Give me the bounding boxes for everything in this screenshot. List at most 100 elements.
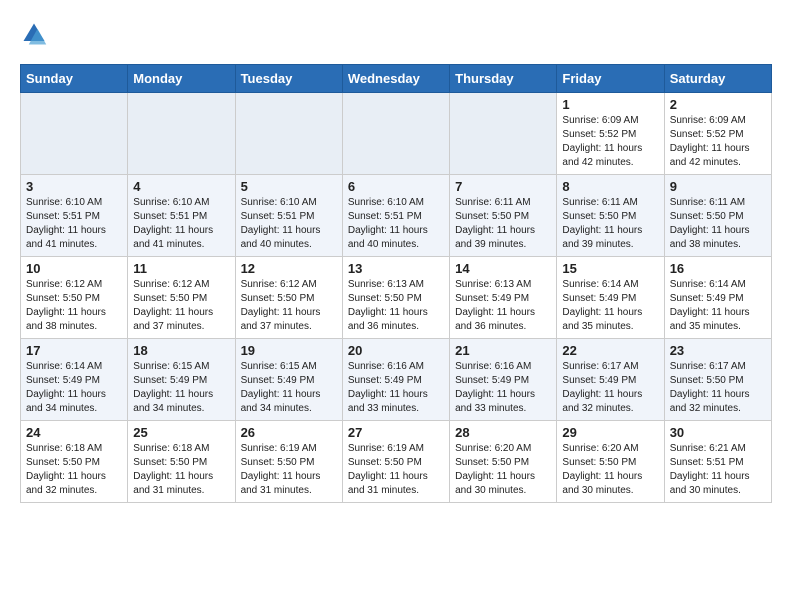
- day-info: Sunrise: 6:17 AM Sunset: 5:50 PM Dayligh…: [670, 360, 766, 416]
- day-info: Sunrise: 6:14 AM Sunset: 5:49 PM Dayligh…: [670, 278, 766, 334]
- day-info: Sunrise: 6:19 AM Sunset: 5:50 PM Dayligh…: [241, 442, 337, 498]
- calendar-cell: 21 Sunrise: 6:16 AM Sunset: 5:49 PM Dayli…: [450, 339, 557, 421]
- calendar-cell: 18Sunrise: 6:15 AM Sunset: 5:49 PM Dayli…: [128, 339, 235, 421]
- calendar-cell: 19Sunrise: 6:15 AM Sunset: 5:49 PM Dayli…: [235, 339, 342, 421]
- calendar-cell: 15 Sunrise: 6:14 AM Sunset: 5:49 PM Dayli…: [557, 257, 664, 339]
- day-number: 27: [348, 425, 444, 440]
- day-number: 24: [26, 425, 122, 440]
- day-number: 1: [562, 97, 658, 112]
- calendar-cell: 27Sunrise: 6:19 AM Sunset: 5:50 PM Dayli…: [342, 421, 449, 503]
- calendar-header: SundayMondayTuesdayWednesdayThursdayFrid…: [21, 65, 772, 93]
- calendar-cell: [128, 93, 235, 175]
- day-info: Sunrise: 6:09 AM Sunset: 5:52 PM Dayligh…: [670, 114, 766, 170]
- calendar-cell: 10Sunrise: 6:12 AM Sunset: 5:50 PM Dayli…: [21, 257, 128, 339]
- calendar-week-4: 17Sunrise: 6:14 AM Sunset: 5:49 PM Dayli…: [21, 339, 772, 421]
- day-number: 29: [562, 425, 658, 440]
- calendar-cell: [342, 93, 449, 175]
- calendar-cell: 13 Sunrise: 6:13 AM Sunset: 5:50 PM Dayli…: [342, 257, 449, 339]
- logo: [20, 20, 52, 48]
- calendar-cell: 4 Sunrise: 6:10 AM Sunset: 5:51 PM Daylig…: [128, 175, 235, 257]
- day-number: 15: [562, 261, 658, 276]
- day-number: 5: [241, 179, 337, 194]
- day-info: Sunrise: 6:12 AM Sunset: 5:50 PM Dayligh…: [241, 278, 337, 334]
- weekday-header-wednesday: Wednesday: [342, 65, 449, 93]
- day-info: Sunrise: 6:20 AM Sunset: 5:50 PM Dayligh…: [562, 442, 658, 498]
- day-info: Sunrise: 6:11 AM Sunset: 5:50 PM Dayligh…: [455, 196, 551, 252]
- day-number: 3: [26, 179, 122, 194]
- weekday-header-sunday: Sunday: [21, 65, 128, 93]
- calendar-cell: 23 Sunrise: 6:17 AM Sunset: 5:50 PM Dayli…: [664, 339, 771, 421]
- day-info: Sunrise: 6:16 AM Sunset: 5:49 PM Dayligh…: [348, 360, 444, 416]
- day-info: Sunrise: 6:14 AM Sunset: 5:49 PM Dayligh…: [562, 278, 658, 334]
- calendar-cell: 9 Sunrise: 6:11 AM Sunset: 5:50 PM Daylig…: [664, 175, 771, 257]
- weekday-header-thursday: Thursday: [450, 65, 557, 93]
- calendar-cell: 11Sunrise: 6:12 AM Sunset: 5:50 PM Dayli…: [128, 257, 235, 339]
- day-number: 4: [133, 179, 229, 194]
- day-number: 8: [562, 179, 658, 194]
- calendar-cell: 8 Sunrise: 6:11 AM Sunset: 5:50 PM Daylig…: [557, 175, 664, 257]
- calendar-cell: 16Sunrise: 6:14 AM Sunset: 5:49 PM Dayli…: [664, 257, 771, 339]
- weekday-header-tuesday: Tuesday: [235, 65, 342, 93]
- day-number: 7: [455, 179, 551, 194]
- calendar-cell: 25 Sunrise: 6:18 AM Sunset: 5:50 PM Dayli…: [128, 421, 235, 503]
- day-number: 9: [670, 179, 766, 194]
- calendar-cell: 17Sunrise: 6:14 AM Sunset: 5:49 PM Dayli…: [21, 339, 128, 421]
- day-number: 26: [241, 425, 337, 440]
- logo-icon: [20, 20, 48, 48]
- calendar-cell: [235, 93, 342, 175]
- calendar-cell: 28Sunrise: 6:20 AM Sunset: 5:50 PM Dayli…: [450, 421, 557, 503]
- day-number: 20: [348, 343, 444, 358]
- calendar-cell: 7 Sunrise: 6:11 AM Sunset: 5:50 PM Daylig…: [450, 175, 557, 257]
- header: [20, 20, 772, 48]
- calendar: SundayMondayTuesdayWednesdayThursdayFrid…: [20, 64, 772, 503]
- calendar-cell: 22Sunrise: 6:17 AM Sunset: 5:49 PM Dayli…: [557, 339, 664, 421]
- day-info: Sunrise: 6:13 AM Sunset: 5:50 PM Dayligh…: [348, 278, 444, 334]
- weekday-header-friday: Friday: [557, 65, 664, 93]
- calendar-cell: 12 Sunrise: 6:12 AM Sunset: 5:50 PM Dayli…: [235, 257, 342, 339]
- calendar-week-2: 3 Sunrise: 6:10 AM Sunset: 5:51 PM Daylig…: [21, 175, 772, 257]
- day-number: 14: [455, 261, 551, 276]
- day-number: 25: [133, 425, 229, 440]
- day-number: 6: [348, 179, 444, 194]
- day-info: Sunrise: 6:10 AM Sunset: 5:51 PM Dayligh…: [348, 196, 444, 252]
- day-info: Sunrise: 6:10 AM Sunset: 5:51 PM Dayligh…: [133, 196, 229, 252]
- calendar-cell: [450, 93, 557, 175]
- day-info: Sunrise: 6:20 AM Sunset: 5:50 PM Dayligh…: [455, 442, 551, 498]
- calendar-cell: 26 Sunrise: 6:19 AM Sunset: 5:50 PM Dayli…: [235, 421, 342, 503]
- day-number: 12: [241, 261, 337, 276]
- day-info: Sunrise: 6:09 AM Sunset: 5:52 PM Dayligh…: [562, 114, 658, 170]
- day-number: 2: [670, 97, 766, 112]
- day-number: 10: [26, 261, 122, 276]
- weekday-header-monday: Monday: [128, 65, 235, 93]
- day-info: Sunrise: 6:16 AM Sunset: 5:49 PM Dayligh…: [455, 360, 551, 416]
- calendar-cell: 1 Sunrise: 6:09 AM Sunset: 5:52 PM Daylig…: [557, 93, 664, 175]
- calendar-week-1: 1 Sunrise: 6:09 AM Sunset: 5:52 PM Daylig…: [21, 93, 772, 175]
- day-number: 21: [455, 343, 551, 358]
- page: SundayMondayTuesdayWednesdayThursdayFrid…: [0, 0, 792, 513]
- calendar-cell: 29 Sunrise: 6:20 AM Sunset: 5:50 PM Dayli…: [557, 421, 664, 503]
- day-info: Sunrise: 6:15 AM Sunset: 5:49 PM Dayligh…: [133, 360, 229, 416]
- calendar-cell: 24 Sunrise: 6:18 AM Sunset: 5:50 PM Dayli…: [21, 421, 128, 503]
- day-info: Sunrise: 6:11 AM Sunset: 5:50 PM Dayligh…: [562, 196, 658, 252]
- calendar-cell: 2 Sunrise: 6:09 AM Sunset: 5:52 PM Daylig…: [664, 93, 771, 175]
- day-info: Sunrise: 6:13 AM Sunset: 5:49 PM Dayligh…: [455, 278, 551, 334]
- day-info: Sunrise: 6:15 AM Sunset: 5:49 PM Dayligh…: [241, 360, 337, 416]
- day-info: Sunrise: 6:12 AM Sunset: 5:50 PM Dayligh…: [133, 278, 229, 334]
- day-info: Sunrise: 6:11 AM Sunset: 5:50 PM Dayligh…: [670, 196, 766, 252]
- day-info: Sunrise: 6:17 AM Sunset: 5:49 PM Dayligh…: [562, 360, 658, 416]
- day-number: 17: [26, 343, 122, 358]
- day-info: Sunrise: 6:10 AM Sunset: 5:51 PM Dayligh…: [26, 196, 122, 252]
- weekday-header-saturday: Saturday: [664, 65, 771, 93]
- calendar-cell: 14 Sunrise: 6:13 AM Sunset: 5:49 PM Dayli…: [450, 257, 557, 339]
- calendar-cell: [21, 93, 128, 175]
- calendar-cell: 5 Sunrise: 6:10 AM Sunset: 5:51 PM Daylig…: [235, 175, 342, 257]
- day-number: 13: [348, 261, 444, 276]
- weekday-row: SundayMondayTuesdayWednesdayThursdayFrid…: [21, 65, 772, 93]
- calendar-cell: 30Sunrise: 6:21 AM Sunset: 5:51 PM Dayli…: [664, 421, 771, 503]
- calendar-cell: 6 Sunrise: 6:10 AM Sunset: 5:51 PM Daylig…: [342, 175, 449, 257]
- day-info: Sunrise: 6:10 AM Sunset: 5:51 PM Dayligh…: [241, 196, 337, 252]
- day-info: Sunrise: 6:18 AM Sunset: 5:50 PM Dayligh…: [26, 442, 122, 498]
- day-info: Sunrise: 6:18 AM Sunset: 5:50 PM Dayligh…: [133, 442, 229, 498]
- day-number: 23: [670, 343, 766, 358]
- calendar-body: 1 Sunrise: 6:09 AM Sunset: 5:52 PM Daylig…: [21, 93, 772, 503]
